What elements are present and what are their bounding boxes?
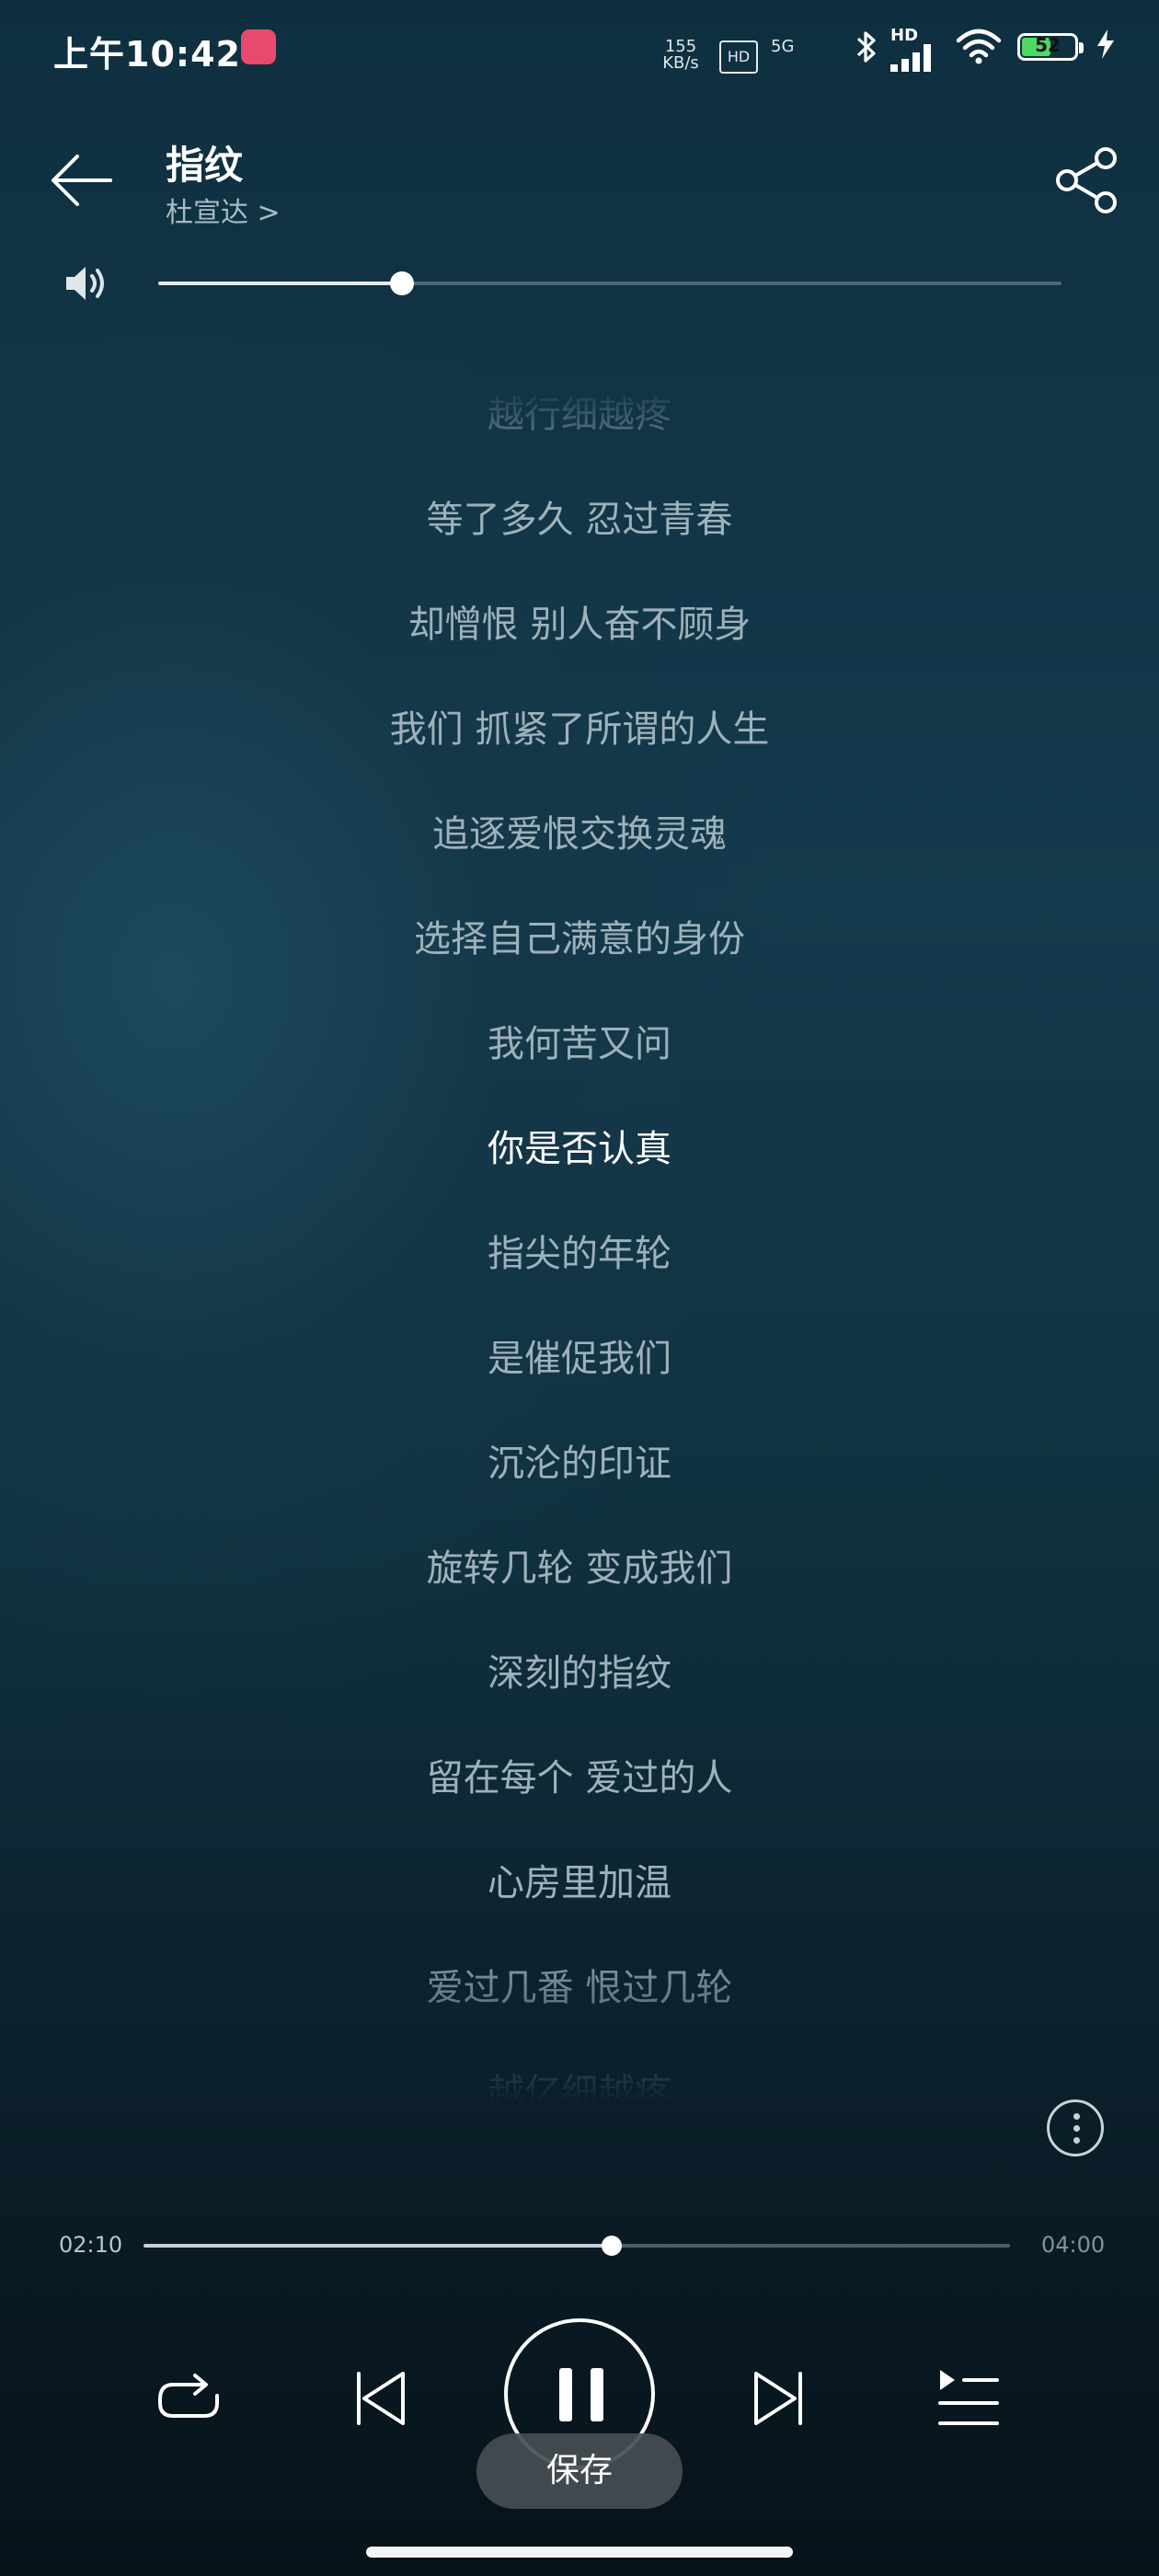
back-button[interactable] [48, 147, 114, 213]
lyric-line[interactable]: 越行细越疼 [0, 385, 1159, 438]
lyric-line[interactable]: 越亿细越疼 [0, 2063, 1159, 2105]
home-indicator[interactable] [366, 2547, 793, 2558]
lyric-line-current[interactable]: 你是否认真 [0, 1119, 1159, 1172]
more-options-button[interactable] [1047, 2099, 1104, 2156]
app-notification-icon [241, 29, 276, 64]
artist-link[interactable]: 杜宣达 > [166, 190, 281, 230]
status-bar: 上午10:42 155 KB/s HD 5G HD 52 [0, 0, 1159, 101]
lyric-line[interactable]: 我们 抓紧了所谓的人生 [0, 699, 1159, 753]
network-speed: 155 KB/s [658, 39, 704, 72]
progress-fill [143, 2244, 612, 2248]
battery-icon: 52 [1017, 33, 1084, 61]
progress-handle[interactable] [601, 2236, 622, 2256]
total-time: 04:00 [1041, 2232, 1106, 2258]
network-speed-unit: KB/s [662, 53, 699, 73]
bluetooth-icon [854, 29, 879, 73]
share-icon [1056, 147, 1117, 213]
back-arrow-icon [52, 155, 112, 206]
previous-icon [357, 2372, 405, 2425]
lyric-line[interactable]: 指尖的年轮 [0, 1224, 1159, 1277]
volume-slider-handle[interactable] [390, 271, 415, 295]
lyric-line[interactable]: 等了多久 忍过青春 [0, 489, 1159, 543]
status-time: 上午10:42 [53, 34, 241, 75]
volume-slider[interactable] [158, 271, 1061, 295]
previous-button[interactable] [340, 2357, 423, 2440]
lyric-line[interactable]: 旋转几轮 变成我们 [0, 1538, 1159, 1592]
playback-progress-slider[interactable] [143, 2236, 1010, 2256]
elapsed-time: 02:10 [59, 2232, 123, 2258]
lyric-line[interactable]: 我何苦又问 [0, 1014, 1159, 1067]
volume-slider-fill [158, 282, 403, 285]
signal-5g-label: 5G [771, 37, 795, 56]
lyrics-panel[interactable]: 越行细越疼等了多久 忍过青春 却憎恨 别人奋不顾身 我们 抓紧了所谓的人生 追逐爱恨交… [0, 385, 1159, 2105]
lyric-line[interactable]: 追逐爱恨交换灵魂 [0, 804, 1159, 857]
next-button[interactable] [736, 2357, 819, 2440]
lyric-line[interactable]: 选择自己满意的身份 [0, 909, 1159, 962]
volume-icon[interactable] [63, 263, 109, 304]
signal-icon [890, 44, 940, 75]
charging-icon [1095, 28, 1117, 68]
song-title: 指纹 [166, 143, 244, 188]
share-button[interactable] [1052, 145, 1122, 215]
next-icon [754, 2372, 802, 2425]
playlist-button[interactable] [927, 2357, 1010, 2440]
hd-volte-icon: HD [719, 40, 758, 74]
lyric-line[interactable]: 是催促我们 [0, 1328, 1159, 1382]
battery-level: 52 [1035, 34, 1061, 56]
lyric-line[interactable]: 爱过几番 恨过几轮 [0, 1958, 1159, 2011]
lyric-line[interactable]: 深刻的指纹 [0, 1643, 1159, 1696]
hd-label: HD [890, 26, 919, 45]
lyric-line[interactable]: 心房里加温 [0, 1853, 1159, 1906]
playlist-icon [938, 2370, 999, 2425]
repeat-icon [158, 2374, 219, 2418]
lyric-line[interactable]: 留在每个 爱过的人 [0, 1748, 1159, 1801]
save-toast: 保存 [476, 2433, 683, 2509]
lyric-line[interactable]: 却憎恨 别人奋不顾身 [0, 594, 1159, 648]
lyric-line[interactable]: 沉沦的印证 [0, 1433, 1159, 1487]
wifi-icon [955, 28, 1003, 68]
repeat-button[interactable] [147, 2357, 230, 2440]
